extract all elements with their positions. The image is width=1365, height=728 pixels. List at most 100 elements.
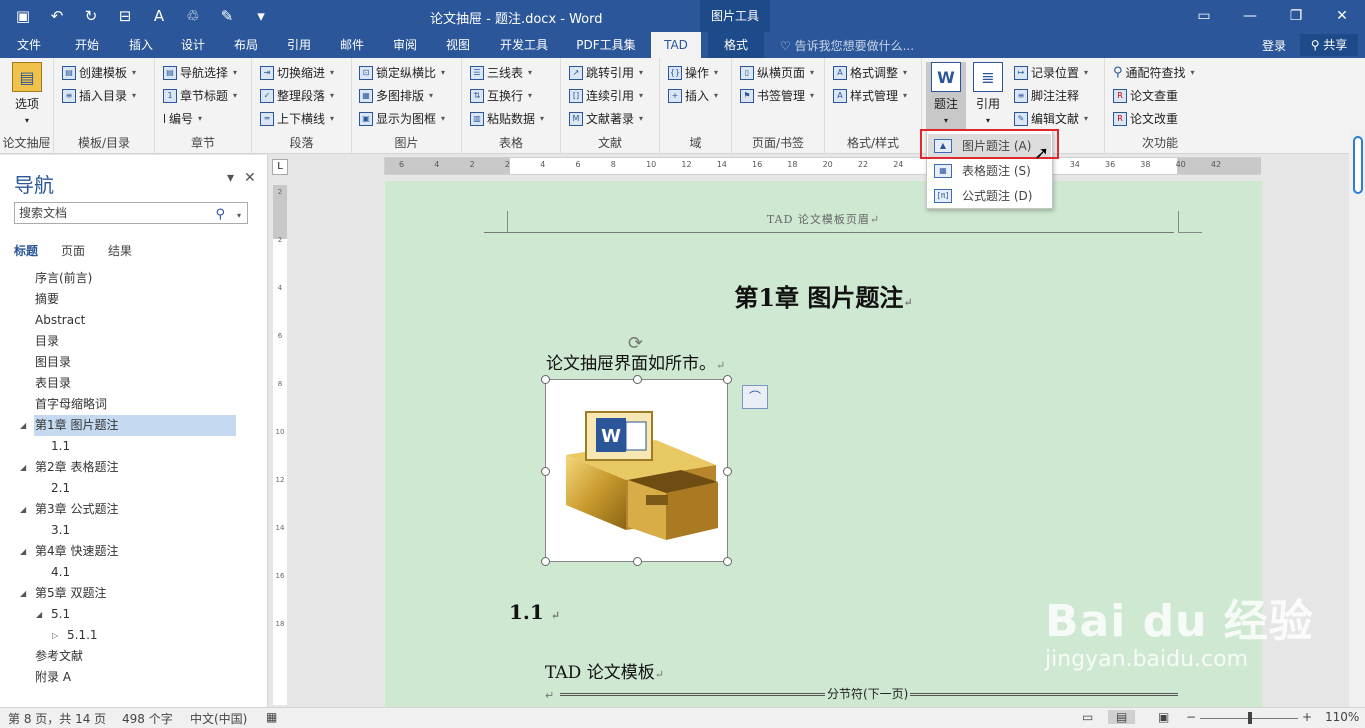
minimize-icon[interactable]: —: [1227, 0, 1273, 32]
format-adjust-button[interactable]: A 格式调整 ▾: [833, 63, 907, 83]
nav-select-button[interactable]: ▤ 导航选择 ▾: [163, 63, 237, 83]
plagiarism-check-button[interactable]: R 论文查重: [1113, 86, 1178, 106]
paste-data-button[interactable]: ▥ 粘贴数据 ▾: [470, 109, 544, 129]
field-insert-button[interactable]: + 插入 ▾: [668, 86, 718, 106]
tab-review[interactable]: 审阅: [382, 32, 428, 58]
resize-handle[interactable]: [723, 557, 732, 566]
show-as-frame-button[interactable]: ▣ 显示为图框 ▾: [359, 109, 445, 129]
share-button[interactable]: ⚲ 共享: [1300, 34, 1358, 56]
tab-mailings[interactable]: 邮件: [329, 32, 375, 58]
resize-handle[interactable]: [723, 467, 732, 476]
resize-handle[interactable]: [541, 557, 550, 566]
collapse-triangle-icon[interactable]: ◢: [36, 604, 42, 625]
reference-button[interactable]: ≣ 引用 ▾: [968, 62, 1008, 126]
nav-tab-results[interactable]: 结果: [108, 242, 132, 259]
footnote-button[interactable]: ≡ 脚注注释: [1014, 86, 1079, 106]
zoom-slider-knob[interactable]: [1248, 712, 1252, 724]
resize-handle[interactable]: [633, 557, 642, 566]
nav-item[interactable]: 4.1: [0, 562, 268, 583]
resize-handle[interactable]: [723, 375, 732, 384]
brush-icon[interactable]: ✎: [212, 4, 242, 28]
rotate-handle-icon[interactable]: ⟳: [628, 333, 643, 354]
bookmark-manage-button[interactable]: ⚑ 书签管理 ▾: [740, 86, 814, 106]
style-manage-button[interactable]: A 样式管理 ▾: [833, 86, 907, 106]
nav-item[interactable]: ◢ 5.1: [0, 604, 268, 625]
caption-button[interactable]: W 题注 ▾: [926, 62, 966, 130]
resize-handle[interactable]: [541, 375, 550, 384]
tab-file[interactable]: 文件: [6, 32, 52, 58]
tidy-paragraph-button[interactable]: ✓ 整理段落 ▾: [260, 86, 334, 106]
three-line-table-button[interactable]: ☰ 三线表 ▾: [470, 63, 532, 83]
continuous-reference-button[interactable]: [] 连续引用 ▾: [569, 86, 643, 106]
expand-triangle-icon[interactable]: ▷: [52, 625, 58, 646]
nav-item[interactable]: 附录 A: [0, 667, 268, 688]
scrollbar-thumb[interactable]: [1353, 136, 1363, 194]
nav-item[interactable]: 图目录: [0, 352, 268, 373]
tab-home[interactable]: 开始: [64, 32, 110, 58]
layout-options-icon[interactable]: ⌒: [742, 385, 768, 409]
nav-item[interactable]: 目录: [0, 331, 268, 352]
redo-icon[interactable]: ↻: [76, 4, 106, 28]
nav-item[interactable]: 表目录: [0, 373, 268, 394]
rewrite-button[interactable]: R 论文改重: [1113, 109, 1178, 129]
collapse-triangle-icon[interactable]: ◢: [20, 499, 26, 520]
restore-icon[interactable]: ❐: [1273, 0, 1319, 32]
customize-icon[interactable]: ⊟: [110, 4, 140, 28]
macro-icon[interactable]: ▦: [266, 710, 277, 724]
page-count[interactable]: 第 8 页，共 14 页: [8, 710, 106, 727]
lock-aspect-button[interactable]: ⊡ 锁定纵横比 ▾: [359, 63, 445, 83]
bucket-icon[interactable]: ♲: [178, 4, 208, 28]
nav-tab-pages[interactable]: 页面: [61, 242, 85, 259]
zoom-level[interactable]: 110%: [1325, 710, 1359, 724]
language[interactable]: 中文(中国): [190, 710, 247, 727]
tab-references[interactable]: 引用: [276, 32, 322, 58]
zoom-out-icon[interactable]: −: [1186, 710, 1196, 724]
tab-layout[interactable]: 布局: [223, 32, 269, 58]
edit-references-button[interactable]: ✎ 编辑文献 ▾: [1014, 109, 1088, 129]
nav-item[interactable]: 参考文献: [0, 646, 268, 667]
top-bottom-line-button[interactable]: ═ 上下横线 ▾: [260, 109, 334, 129]
search-icon[interactable]: ⚲: [215, 205, 225, 225]
record-position-button[interactable]: ↦ 记录位置 ▾: [1014, 63, 1088, 83]
options-button[interactable]: ▤ 选项 ▾: [7, 62, 47, 126]
insert-toc-button[interactable]: ≡ 插入目录 ▾: [62, 86, 136, 106]
collapse-triangle-icon[interactable]: ◢: [20, 457, 26, 478]
nav-item[interactable]: ◢ 第2章 表格题注: [0, 457, 268, 478]
tab-selector-icon[interactable]: L: [272, 159, 288, 175]
selected-picture[interactable]: W: [541, 375, 732, 566]
tab-design[interactable]: 设计: [170, 32, 216, 58]
resize-handle[interactable]: [633, 375, 642, 384]
undo-icon[interactable]: ↶: [42, 4, 72, 28]
menu-item-equation-caption[interactable]: [π] 公式题注 (D): [928, 184, 1051, 208]
nav-item[interactable]: 首字母缩略词: [0, 394, 268, 415]
nav-close-icon[interactable]: ✕: [244, 170, 256, 186]
nav-item[interactable]: 3.1: [0, 520, 268, 541]
tab-format[interactable]: 格式: [708, 32, 764, 58]
print-layout-icon[interactable]: ▤: [1108, 710, 1136, 724]
nav-item[interactable]: 摘要: [0, 289, 268, 310]
collapse-triangle-icon[interactable]: ◢: [20, 415, 26, 436]
create-template-button[interactable]: ▤ 创建模板 ▾: [62, 63, 136, 83]
qat-dropdown-icon[interactable]: ▾: [246, 4, 276, 28]
nav-item[interactable]: 2.1: [0, 478, 268, 499]
resize-handle[interactable]: [541, 467, 550, 476]
jump-reference-button[interactable]: ↗ 跳转引用 ▾: [569, 63, 643, 83]
toggle-indent-button[interactable]: ⇥ 切换缩进 ▾: [260, 63, 334, 83]
ribbon-display-icon[interactable]: ▭: [1181, 0, 1227, 32]
web-layout-icon[interactable]: ▣: [1158, 710, 1169, 724]
save-icon[interactable]: ▣: [8, 4, 38, 28]
menu-item-table-caption[interactable]: ▦ 表格题注 (S): [928, 159, 1051, 183]
bibliography-button[interactable]: M 文献著录 ▾: [569, 109, 643, 129]
vertical-scrollbar[interactable]: [1349, 130, 1365, 707]
nav-item[interactable]: 1.1: [0, 436, 268, 457]
field-operate-button[interactable]: {} 操作 ▾: [668, 63, 718, 83]
chapter-title-button[interactable]: 1 章节标题 ▾: [163, 86, 237, 106]
textbox-icon[interactable]: A: [144, 4, 174, 28]
nav-tab-headings[interactable]: 标题: [14, 242, 38, 259]
tab-developer[interactable]: 开发工具: [490, 32, 558, 58]
word-count[interactable]: 498 个字: [122, 710, 173, 727]
multi-image-layout-button[interactable]: ▦ 多图排版 ▾: [359, 86, 433, 106]
tab-pdf-tools[interactable]: PDF工具集: [568, 32, 644, 58]
numbering-button[interactable]: ǀ 编号 ▾: [163, 109, 202, 129]
search-dropdown-icon[interactable]: ▾: [237, 206, 241, 226]
